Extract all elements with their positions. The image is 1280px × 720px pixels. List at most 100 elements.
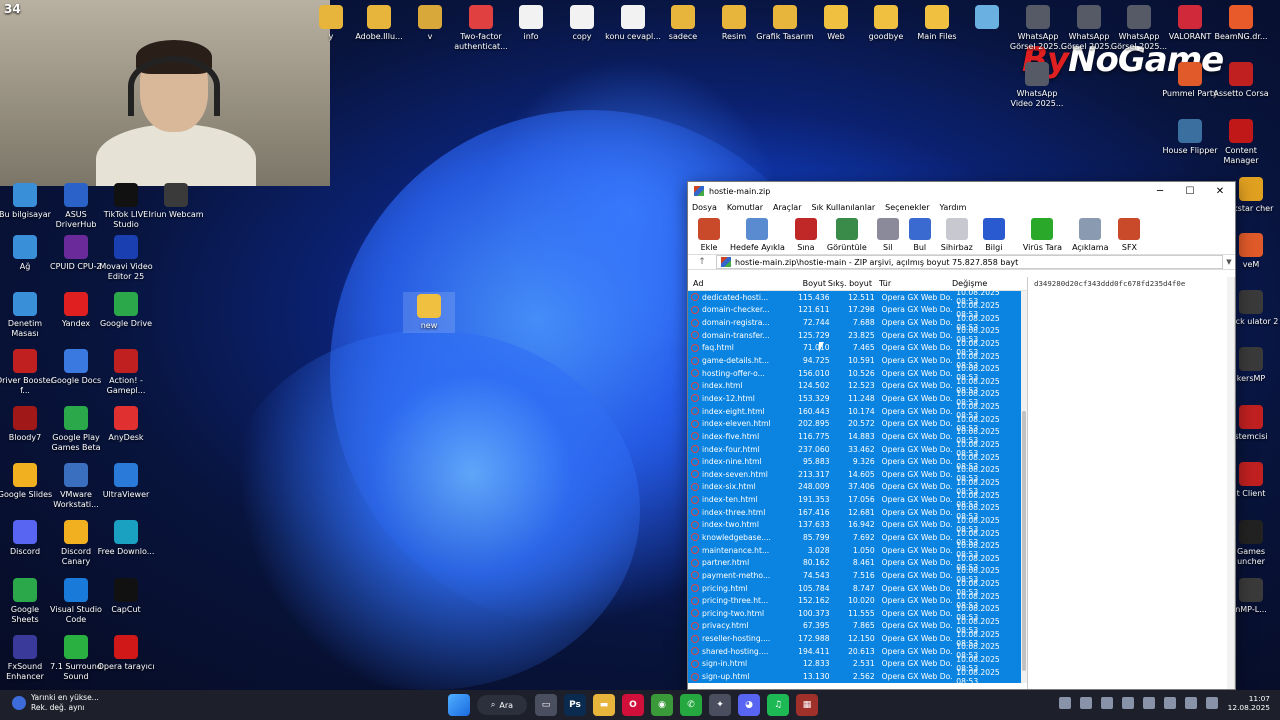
toolbar-button[interactable]: Virüs Tara (1023, 218, 1062, 252)
desktop-icon[interactable]: goodbye (857, 5, 915, 42)
menu-item[interactable]: Dosya (692, 203, 717, 212)
toolbar-icon (746, 218, 769, 240)
desktop-icon[interactable]: WhatsApp Görsel 2025... (1009, 5, 1067, 52)
tray-chevron-icon[interactable] (1058, 697, 1071, 709)
desktop-icon[interactable]: copy (553, 5, 611, 42)
vertical-scrollbar[interactable] (1021, 291, 1027, 683)
menu-item[interactable]: Komutlar (727, 203, 763, 212)
taskbar-apps: ▭ Ps ▬ O ◉ ✆ ✦ ◕ ♫ ▦ (535, 694, 825, 716)
close-button[interactable]: ✕ (1205, 182, 1235, 200)
desktop-icon[interactable]: Iriun Webcam (147, 183, 205, 220)
desktop-icon[interactable]: Bloody7 (0, 406, 54, 443)
desktop-icon[interactable]: Assetto Corsa (1212, 62, 1270, 99)
desktop-icon[interactable]: AnyDesk (97, 406, 155, 443)
menu-item[interactable]: Yardım (940, 203, 967, 212)
desktop-icon[interactable]: Denetim Masası (0, 292, 54, 339)
desktop-icon[interactable]: v (401, 5, 459, 42)
desktop-icon[interactable]: BeamNG.dr... (1212, 5, 1270, 42)
taskbar-whatsapp-icon[interactable]: ✆ (680, 694, 702, 716)
toolbar-button[interactable]: Hedefe Ayıkla (730, 218, 785, 252)
desktop-icon[interactable]: Google Drive (97, 292, 155, 329)
taskbar-discord-icon[interactable]: ◕ (738, 694, 760, 716)
desktop-icon[interactable] (958, 5, 1016, 32)
tray-app-icon[interactable] (1121, 697, 1134, 709)
desktop-icon[interactable]: Action! - Gamepl... (97, 349, 155, 396)
desktop-icon[interactable]: Ağ (0, 235, 54, 272)
windows-start-icon[interactable] (448, 694, 470, 716)
desktop-icon[interactable]: sadece (654, 5, 712, 42)
toolbar-button[interactable]: Bul (908, 218, 931, 252)
panel-scrollbar[interactable] (1227, 277, 1235, 689)
opera-file-icon (691, 457, 699, 466)
taskbar-explorer-icon[interactable]: ▭ (535, 694, 557, 716)
desktop-icon[interactable]: WhatsApp Video 2025... (1008, 62, 1066, 109)
up-arrow-icon[interactable]: ↑ (688, 257, 716, 267)
weather-widget[interactable]: Yarınki en yükse... Rek. değ. aynı (12, 693, 99, 713)
desktop-icon[interactable]: WhatsApp Görsel 2025... (1110, 5, 1168, 52)
scrollbar-thumb[interactable] (1022, 411, 1026, 671)
taskbar-spotify-icon[interactable]: ♫ (767, 694, 789, 716)
column-header-type[interactable]: Tür (872, 279, 952, 288)
column-header-size[interactable]: Boyut (788, 279, 826, 288)
column-header-packed[interactable]: Sıkş. boyut (826, 279, 872, 288)
maximize-button[interactable]: ☐ (1175, 182, 1205, 200)
desktop-icon[interactable]: Bu bilgisayar (0, 183, 54, 220)
tray-steam-icon[interactable] (1079, 697, 1092, 709)
desktop-icon-new-folder[interactable]: new (403, 292, 455, 333)
file-rows: dedicated-hosti... 115.436 12.511 Opera GX … (688, 288, 1022, 686)
desktop-icon[interactable]: Driver Booster f... (0, 349, 54, 396)
toolbar-button[interactable]: Açıklama (1072, 218, 1108, 252)
toolbar-button[interactable]: SFX (1118, 218, 1141, 252)
desktop-icon[interactable]: Content Manager (1212, 119, 1270, 166)
minimize-button[interactable]: ─ (1145, 182, 1175, 200)
desktop-icon[interactable]: Movavi Video Editor 25 (97, 235, 155, 282)
taskbar-settings-icon[interactable]: ✦ (709, 694, 731, 716)
wallpaper-bloom (220, 330, 640, 690)
desktop-icon[interactable]: Google Slides (0, 463, 54, 500)
title-bar[interactable]: hostie-main.zip ─ ☐ ✕ (688, 182, 1235, 200)
toolbar-button[interactable]: Bilgi (982, 218, 1005, 252)
microphone-icon[interactable] (1163, 697, 1176, 709)
desktop-icon[interactable]: Pummel Party (1161, 62, 1219, 99)
desktop-icon[interactable]: Resim (705, 5, 763, 42)
desktop-icon[interactable]: Free Downlo... (97, 520, 155, 557)
desktop-icon[interactable]: Adobe.Illu... (350, 5, 408, 42)
taskbar-photoshop-icon[interactable]: Ps (564, 694, 586, 716)
taskbar-winrar-icon[interactable]: ▦ (796, 694, 818, 716)
search-button[interactable]: ⌕ Ara (477, 695, 527, 715)
desktop-icon[interactable]: UltraViewer (97, 463, 155, 500)
toolbar-button[interactable]: Sına (794, 218, 817, 252)
tray-app-icon[interactable] (1100, 697, 1113, 709)
menu-item[interactable]: Araçlar (773, 203, 801, 212)
toolbar-button[interactable]: Sihirbaz (941, 218, 973, 252)
tray-app-icon[interactable] (1142, 697, 1155, 709)
taskbar-chrome-icon[interactable]: ◉ (651, 694, 673, 716)
file-list[interactable]: Ad Boyut Sıkş. boyut Tür Değişme dedicat… (688, 277, 1028, 689)
network-icon[interactable] (1184, 697, 1197, 709)
app-icon (114, 235, 138, 259)
desktop-icon[interactable]: House Flipper (1161, 119, 1219, 156)
column-header-modified[interactable]: Değişme (952, 279, 1022, 288)
taskbar-opera-gx-icon[interactable]: O (622, 694, 644, 716)
toolbar-button[interactable]: Sil (876, 218, 899, 252)
desktop-icon[interactable]: info (502, 5, 560, 42)
clock[interactable]: 11:07 12.08.2025 (1228, 694, 1270, 712)
toolbar-button[interactable]: Görüntüle (827, 218, 867, 252)
column-header-name[interactable]: Ad (688, 279, 788, 288)
menu-item[interactable]: Sık Kullanılanlar (812, 203, 876, 212)
desktop-icon[interactable]: CapCut (97, 578, 155, 615)
desktop-icon[interactable]: Google Sheets (0, 578, 54, 625)
desktop-icon[interactable]: FxSound Enhancer (0, 635, 54, 682)
table-row[interactable]: sign-up.html 13.130 2.562 Opera GX Web Do..… (688, 668, 1022, 686)
toolbar-button[interactable]: Ekle (698, 218, 720, 252)
desktop-icon[interactable]: Discord (0, 520, 54, 557)
desktop-icon[interactable]: Grafik Tasarım (756, 5, 814, 42)
menu-item[interactable]: Seçenekler (885, 203, 929, 212)
desktop-icon[interactable]: VALORANT (1161, 5, 1219, 42)
winrar-window[interactable]: hostie-main.zip ─ ☐ ✕ Dosya Komutlar Araçl… (687, 181, 1236, 690)
desktop-icon[interactable]: Opera tarayıcı (97, 635, 155, 672)
address-path[interactable]: hostie-main.zip\hostie-main - ZIP arşivi… (716, 255, 1223, 269)
volume-icon[interactable] (1205, 697, 1218, 709)
chevron-down-icon[interactable]: ▼ (1223, 258, 1235, 266)
taskbar-folder-icon[interactable]: ▬ (593, 694, 615, 716)
